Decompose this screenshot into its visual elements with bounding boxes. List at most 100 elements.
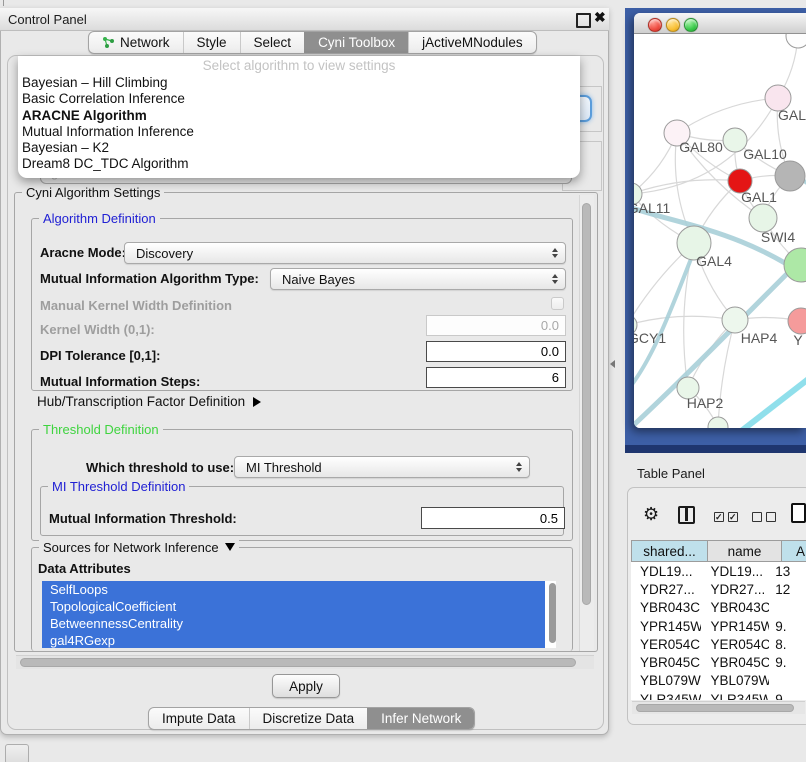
tab-label: Select xyxy=(254,35,292,50)
table-hscrollbar-thumb[interactable] xyxy=(636,704,794,712)
mi-type-label: Mutual Information Algorithm Type: xyxy=(40,271,259,286)
network-edge-thick xyxy=(740,370,806,428)
tab-style[interactable]: Style xyxy=(183,32,240,53)
network-node-label: GCY1 xyxy=(634,330,666,346)
tab-cyni-toolbox[interactable]: Cyni Toolbox xyxy=(304,32,408,53)
tab-impute-data[interactable]: Impute Data xyxy=(149,708,249,729)
network-desktop-edge xyxy=(625,445,806,453)
attribute-item-selfloops[interactable]: SelfLoops xyxy=(42,581,545,598)
table-row[interactable]: YLR345WYLR345W9. xyxy=(631,690,806,700)
network-node[interactable] xyxy=(786,34,806,48)
mi-threshold-group: MI Threshold Definition Mutual Informati… xyxy=(40,486,564,536)
table-row[interactable]: YBL079WYBL079W xyxy=(631,672,806,690)
manual-kernel-checkbox[interactable] xyxy=(551,297,564,310)
network-node[interactable] xyxy=(749,204,777,232)
mi-threshold-group-title: MI Threshold Definition xyxy=(48,479,189,494)
network-node-y[interactable] xyxy=(788,308,806,334)
data-attributes-list[interactable]: SelfLoopsTopologicalCoefficientBetweenne… xyxy=(42,581,556,648)
table-cell: 13 xyxy=(769,564,806,579)
close-icon[interactable]: ✖ xyxy=(594,9,606,26)
network-icon xyxy=(102,36,115,49)
table-row[interactable]: YPR145WYPR145W9. xyxy=(631,617,806,635)
mi-steps-label: Mutual Information Steps: xyxy=(40,374,200,389)
mi-type-select[interactable]: Naive Bayes xyxy=(270,268,566,290)
table-row[interactable]: YDL19...YDL19...13 xyxy=(631,562,806,580)
float-window-icon[interactable] xyxy=(576,13,591,28)
algorithm-dropdown-list[interactable]: Select algorithm to view settings Bayesi… xyxy=(18,56,580,178)
aracne-mode-select[interactable]: Discovery xyxy=(124,242,566,264)
table-cell: 9. xyxy=(769,619,806,634)
network-node-label: HAP4 xyxy=(741,330,778,346)
column-header-shared-[interactable]: shared... xyxy=(631,540,708,562)
mi-threshold-label: Mutual Information Threshold: xyxy=(49,511,237,526)
manual-kernel-label: Manual Kernel Width Definition xyxy=(40,298,232,313)
table-row[interactable]: YER054CYER054C8. xyxy=(631,635,806,653)
algorithm-option-mutual-information-inference[interactable]: Mutual Information Inference xyxy=(18,124,580,140)
network-node[interactable] xyxy=(775,161,805,191)
attributes-scrollbar-thumb[interactable] xyxy=(549,583,556,643)
hub-definition-expander[interactable]: Hub/Transcription Factor Definition xyxy=(37,394,261,409)
network-view-window[interactable]: GALGAL80GAL10GAL1GAL11SWI4GAL4GCY1HAP4YH… xyxy=(634,13,806,428)
cyni-bottom-tabstrip: Impute DataDiscretize DataInfer Network xyxy=(148,707,475,730)
settings-scrollbar-thumb[interactable] xyxy=(582,203,591,605)
apply-button[interactable]: Apply xyxy=(272,674,340,698)
table-hscrollbar[interactable] xyxy=(632,701,805,714)
network-node-label: GAL80 xyxy=(679,139,723,155)
checked-boxes-icon[interactable]: ✓✓ xyxy=(714,512,738,522)
table-row[interactable]: YBR043CYBR043C xyxy=(631,599,806,617)
tab-select[interactable]: Select xyxy=(240,32,305,53)
algorithm-option-dream8-dc-tdc-algorithm[interactable]: Dream8 DC_TDC Algorithm xyxy=(18,156,580,172)
table-cell: YDL19... xyxy=(701,564,769,579)
columns-icon[interactable] xyxy=(678,506,695,524)
algorithm-option-bayesian-hill-climbing[interactable]: Bayesian – Hill Climbing xyxy=(18,75,580,91)
kernel-width-label: Kernel Width (0,1): xyxy=(40,322,155,337)
algorithm-option-aracne-algorithm[interactable]: ARACNE Algorithm xyxy=(18,108,580,124)
mi-steps-field[interactable] xyxy=(426,367,566,388)
table-cell: 8. xyxy=(769,637,806,652)
close-traffic-light-icon[interactable] xyxy=(648,18,662,32)
tab-discretize-data[interactable]: Discretize Data xyxy=(249,708,368,729)
which-threshold-select[interactable]: MI Threshold xyxy=(234,456,530,478)
network-node[interactable] xyxy=(708,417,728,428)
tab-network[interactable]: Network xyxy=(89,32,183,53)
algorithm-definition-group: Algorithm Definition Aracne Mode: Discov… xyxy=(31,218,573,391)
table-row[interactable]: YBR045CYBR045C9. xyxy=(631,653,806,671)
tab-label: Cyni Toolbox xyxy=(318,35,395,50)
table-cell: YLR345W xyxy=(631,692,701,700)
network-node-label: GAL xyxy=(778,107,806,123)
tab-infer-network[interactable]: Infer Network xyxy=(367,708,474,729)
table-cell: YDL19... xyxy=(631,564,701,579)
table-cell: YBL079W xyxy=(701,673,769,688)
algorithm-option-bayesian-k2[interactable]: Bayesian – K2 xyxy=(18,140,580,156)
document-icon[interactable] xyxy=(791,503,806,523)
table-cell: YPR145W xyxy=(631,619,701,634)
control-panel-titlebar[interactable] xyxy=(0,8,609,31)
sources-group-title[interactable]: Sources for Network Inference xyxy=(39,540,239,555)
column-header-name[interactable]: name xyxy=(708,540,782,562)
minimize-traffic-light-icon[interactable] xyxy=(666,18,680,32)
mi-threshold-field[interactable] xyxy=(421,507,565,529)
attribute-item-topologicalcoefficient[interactable]: TopologicalCoefficient xyxy=(42,598,545,615)
network-canvas[interactable]: GALGAL80GAL10GAL1GAL11SWI4GAL4GCY1HAP4YH… xyxy=(634,34,806,428)
algorithm-option-basic-correlation-inference[interactable]: Basic Correlation Inference xyxy=(18,91,580,107)
table-body: YDL19...YDL19...13YDR27...YDR27...12YBR0… xyxy=(631,562,806,700)
table-cell: YER054C xyxy=(631,637,701,652)
network-node-label: SWI4 xyxy=(761,229,795,245)
dpi-tolerance-field[interactable] xyxy=(426,341,566,362)
split-pane-arrow-icon[interactable] xyxy=(610,360,615,368)
settings-scrollbar[interactable] xyxy=(579,195,594,651)
collapsed-panel-button[interactable] xyxy=(5,744,29,762)
zoom-traffic-light-icon[interactable] xyxy=(684,18,698,32)
gear-icon[interactable]: ⚙ xyxy=(643,504,659,525)
table-row[interactable]: YDR27...YDR27...12 xyxy=(631,580,806,598)
column-header-a[interactable]: A xyxy=(782,540,806,562)
network-window-titlebar[interactable] xyxy=(634,13,806,34)
unchecked-boxes-icon[interactable] xyxy=(752,512,776,522)
settings-hscrollbar-thumb[interactable] xyxy=(20,658,576,667)
attribute-item-betweennesscentrality[interactable]: BetweennessCentrality xyxy=(42,615,545,632)
tab-label: jActiveMNodules xyxy=(422,35,523,50)
tab-jactivemnodules[interactable]: jActiveMNodules xyxy=(408,32,536,53)
settings-hscrollbar[interactable] xyxy=(16,655,594,669)
attribute-item-gal4rgexp[interactable]: gal4RGexp xyxy=(42,632,545,648)
table-cell: YER054C xyxy=(701,637,769,652)
